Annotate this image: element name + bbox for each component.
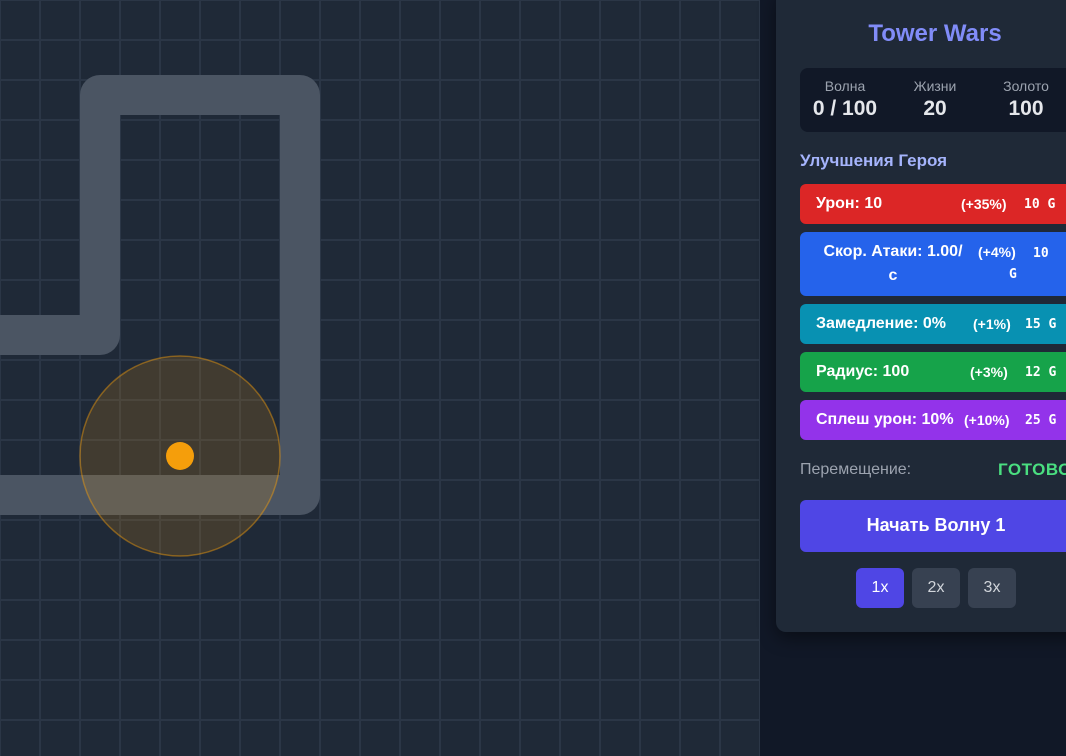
upgrade-percent: (+35%)	[961, 196, 1007, 212]
upgrade-cost: 10	[1033, 246, 1049, 261]
upgrade-attack-speed-button[interactable]: Скор. Атаки: 1.00/ с (+4%) 10 G	[800, 232, 1066, 296]
upgrade-percent: (+4%)	[978, 244, 1016, 260]
upgrade-label: Скор. Атаки: 1.00/	[823, 243, 963, 260]
upgrade-cost: 12 G	[1025, 365, 1057, 380]
upgrade-percent: (+10%)	[964, 412, 1010, 428]
stats-bar: Волна 0 / 100 Жизни 20 Золото 100	[800, 68, 1066, 132]
stat-lives: Жизни 20	[890, 68, 980, 121]
game-title: Tower Wars	[868, 20, 1002, 47]
game-map	[0, 75, 320, 557]
upgrade-label: Замедление: 0%	[816, 315, 946, 332]
stat-wave-value: 0 / 100	[812, 97, 878, 120]
upgrade-label-line2: с	[888, 267, 898, 284]
upgrade-slow-button[interactable]: Замедление: 0% (+1%) 15 G	[800, 304, 1066, 344]
upgrade-cost: 10 G	[1024, 197, 1056, 212]
speed-1x-button[interactable]: 1x	[856, 568, 904, 608]
upgrade-cost: 15 G	[1025, 317, 1057, 332]
stat-gold-label: Золото	[1003, 78, 1049, 94]
upgrade-cost-line2: G	[1009, 267, 1017, 282]
upgrade-percent: (+1%)	[973, 316, 1011, 332]
upgrade-label: Радиус: 100	[816, 363, 910, 380]
stat-lives-value: 20	[923, 97, 947, 120]
hero-unit	[166, 442, 194, 470]
game-board[interactable]	[0, 0, 760, 756]
stat-lives-label: Жизни	[913, 78, 957, 94]
upgrade-label: Урон: 10	[816, 195, 883, 212]
start-wave-label: Начать Волну 1	[866, 515, 1006, 535]
upgrade-percent: (+3%)	[970, 364, 1008, 380]
upgrade-label: Сплеш урон: 10%	[816, 411, 954, 428]
upgrades-title: Улучшения Героя	[800, 151, 948, 170]
upgrade-damage-button[interactable]: Урон: 10 (+35%) 10 G	[800, 184, 1066, 224]
upgrade-cost: 25 G	[1025, 413, 1057, 428]
movement-status: ГОТОВО	[998, 460, 1066, 479]
stat-wave-label: Волна	[824, 78, 866, 94]
speed-2x-button[interactable]: 2x	[912, 568, 960, 608]
stat-wave: Волна 0 / 100	[800, 68, 890, 121]
speed-3x-button[interactable]: 3x	[968, 568, 1016, 608]
stat-gold: Золото 100	[981, 68, 1066, 121]
upgrade-radius-button[interactable]: Радиус: 100 (+3%) 12 G	[800, 352, 1066, 392]
upgrade-splash-button[interactable]: Сплеш урон: 10% (+10%) 25 G	[800, 400, 1066, 440]
start-wave-button[interactable]: Начать Волну 1	[800, 500, 1066, 552]
stat-gold-value: 100	[1008, 97, 1044, 120]
movement-label: Перемещение:	[800, 461, 912, 478]
